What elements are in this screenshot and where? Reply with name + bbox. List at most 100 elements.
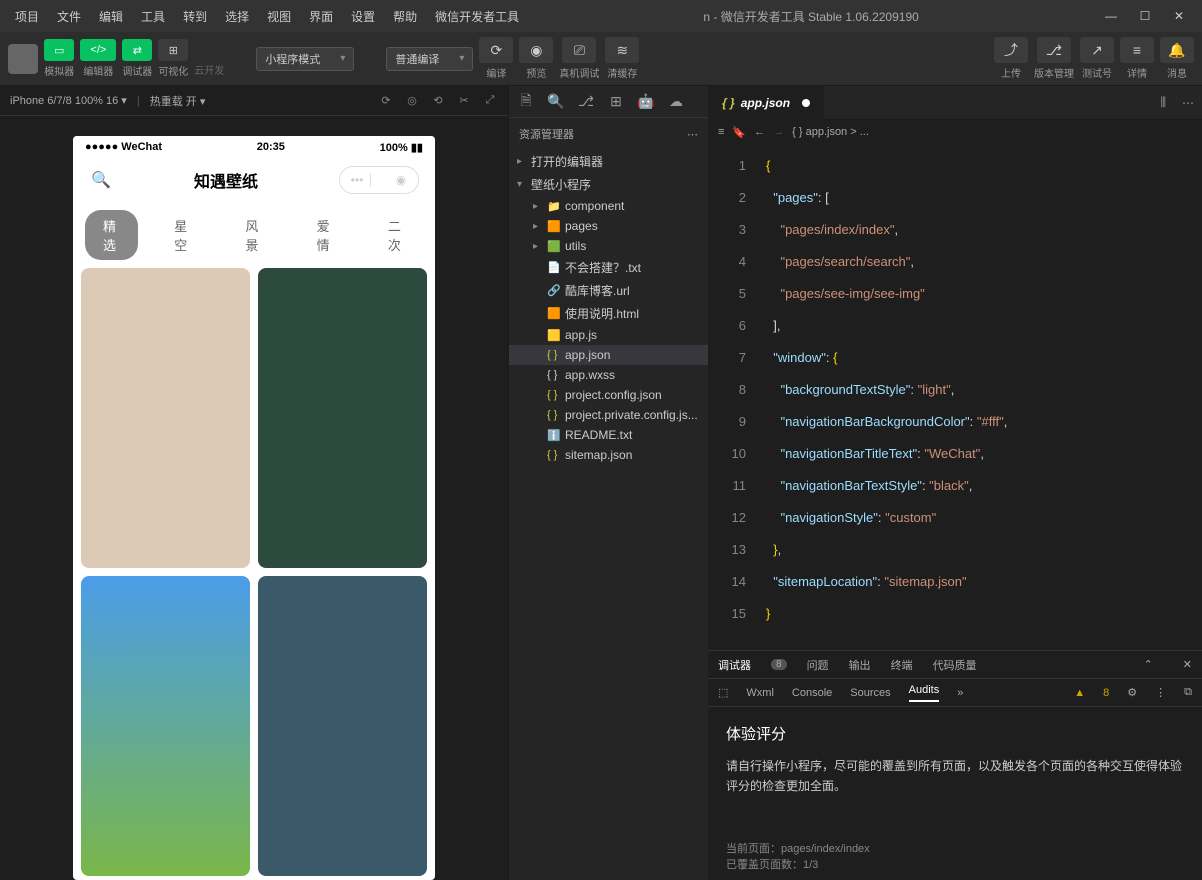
back-icon[interactable]: ← <box>754 126 765 139</box>
extensions-icon[interactable]: ⊞ <box>607 93 625 111</box>
tree-item[interactable]: { }app.wxss <box>509 365 708 385</box>
subtab-console[interactable]: Console <box>792 687 832 699</box>
phone-simulator[interactable]: ●●●●● WeChat 20:35 100% ▮▮ 🔍 知遇壁纸 •••◉ 精… <box>73 136 435 880</box>
tree-item[interactable]: ▸📁component <box>509 196 708 216</box>
tree-item[interactable]: 📄不会搭建？.txt <box>509 256 708 279</box>
tree-item[interactable]: { }app.json <box>509 345 708 365</box>
split-icon[interactable]: ⫼ <box>1152 95 1174 110</box>
cloud-label[interactable]: 云开发 <box>194 40 224 77</box>
kebab-icon[interactable]: ⋮ <box>1155 686 1166 699</box>
forward-icon[interactable]: → <box>773 126 784 139</box>
menu-tool[interactable]: 工具 <box>134 4 172 29</box>
menu-help[interactable]: 帮助 <box>386 4 424 29</box>
menu-settings[interactable]: 设置 <box>344 4 382 29</box>
panel-tab-quality[interactable]: 代码质量 <box>933 657 977 673</box>
warning-icon[interactable]: ▲ <box>1074 687 1085 699</box>
menu-wechat-devtools[interactable]: 微信开发者工具 <box>428 4 526 29</box>
tree-item[interactable]: { }project.private.config.js... <box>509 405 708 425</box>
section-project[interactable]: ▾壁纸小程序 <box>509 173 708 196</box>
more-tabs-icon[interactable]: » <box>957 687 963 699</box>
subtab-audits[interactable]: Audits <box>909 684 940 702</box>
clear-cache-button[interactable]: ≋ <box>605 37 639 63</box>
menu-view[interactable]: 视图 <box>260 4 298 29</box>
more-icon: ••• <box>348 171 366 189</box>
refresh-icon[interactable]: ⟳ <box>378 93 394 109</box>
wallpaper-card[interactable] <box>81 268 250 568</box>
testid-button[interactable]: ↗ <box>1080 37 1114 63</box>
menu-project[interactable]: 项目 <box>8 4 46 29</box>
upload-button[interactable]: ⤴ <box>994 37 1028 63</box>
cloud-icon[interactable]: ☁ <box>667 93 685 111</box>
details-button[interactable]: ≡ <box>1120 37 1154 63</box>
more-icon[interactable]: ⋯ <box>687 128 698 141</box>
tree-item[interactable]: ▸🟩utils <box>509 236 708 256</box>
menu-file[interactable]: 文件 <box>50 4 88 29</box>
search-icon[interactable]: 🔍 <box>89 168 113 192</box>
panel-tab-problems[interactable]: 问题 <box>807 657 829 673</box>
tree-item[interactable]: 🔗酷库博客.url <box>509 279 708 302</box>
list-icon[interactable]: ≡ <box>718 126 724 139</box>
tree-item[interactable]: ℹ️README.txt <box>509 425 708 445</box>
preview-button[interactable]: ◉ <box>519 37 553 63</box>
more-icon[interactable]: ⋯ <box>1174 96 1202 110</box>
bookmark-icon[interactable]: 🔖 <box>732 126 746 139</box>
tab-scenery[interactable]: 风景 <box>227 210 280 260</box>
collapse-icon[interactable]: ⌃ <box>1144 658 1153 671</box>
avatar[interactable] <box>8 44 38 74</box>
message-button[interactable]: 🔔 <box>1160 37 1194 63</box>
version-button[interactable]: ⎇ <box>1037 37 1071 63</box>
visualize-button[interactable]: ⊞ <box>158 39 188 61</box>
tree-item[interactable]: 🟧使用说明.html <box>509 302 708 325</box>
panel-tab-terminal[interactable]: 终端 <box>891 657 913 673</box>
dock-icon[interactable]: ⧉ <box>1184 686 1192 699</box>
panel-tab-debugger[interactable]: 调试器 <box>718 657 751 673</box>
close-panel-icon[interactable]: ✕ <box>1183 658 1192 671</box>
subtab-sources[interactable]: Sources <box>850 687 890 699</box>
search-icon[interactable]: 🔍 <box>547 93 565 111</box>
subtab-wxml[interactable]: Wxml <box>746 687 774 699</box>
menu-select[interactable]: 选择 <box>218 4 256 29</box>
app-title: 知遇壁纸 <box>194 168 258 192</box>
branch-icon[interactable]: ⎇ <box>577 93 595 111</box>
editor-tab-appjson[interactable]: { }app.json <box>708 86 824 120</box>
panel-tab-output[interactable]: 输出 <box>849 657 871 673</box>
menu-goto[interactable]: 转到 <box>176 4 214 29</box>
mode-dropdown[interactable]: 小程序模式 <box>256 47 354 71</box>
screenshot-icon[interactable]: ✂ <box>456 93 472 109</box>
tab-anime[interactable]: 二次 <box>370 210 423 260</box>
capsule-button[interactable]: •••◉ <box>339 166 419 194</box>
device-selector[interactable]: iPhone 6/7/8 100% 16 ▾ <box>10 94 127 107</box>
compile-button[interactable]: ⟳ <box>479 37 513 63</box>
tree-item[interactable]: 🟨app.js <box>509 325 708 345</box>
simulator-button[interactable]: ▭ <box>44 39 74 61</box>
debugger-button[interactable]: ⇄ <box>122 39 152 61</box>
tree-item[interactable]: ▸🟧pages <box>509 216 708 236</box>
minimize-icon[interactable]: — <box>1096 4 1126 28</box>
editor-button[interactable]: </> <box>80 39 116 61</box>
tab-stars[interactable]: 星空 <box>156 210 209 260</box>
menu-interface[interactable]: 界面 <box>302 4 340 29</box>
wallpaper-card[interactable] <box>81 576 250 876</box>
section-open-editors[interactable]: ▸打开的编辑器 <box>509 150 708 173</box>
tree-item[interactable]: { }project.config.json <box>509 385 708 405</box>
tree-item[interactable]: { }sitemap.json <box>509 445 708 465</box>
rotate-icon[interactable]: ⟲ <box>430 93 446 109</box>
close-icon[interactable]: ✕ <box>1164 4 1194 28</box>
inspect-icon[interactable]: ⬚ <box>718 686 728 699</box>
remote-label: 真机调试 <box>559 65 599 80</box>
maximize-icon[interactable]: ☐ <box>1130 4 1160 28</box>
wallpaper-card[interactable] <box>258 576 427 876</box>
files-icon[interactable]: 🗎 <box>517 93 535 111</box>
robot-icon[interactable]: 🤖 <box>637 93 655 111</box>
tab-love[interactable]: 爱情 <box>299 210 352 260</box>
remote-debug-button[interactable]: ⎚ <box>562 37 596 63</box>
tab-featured[interactable]: 精选 <box>85 210 138 260</box>
wallpaper-card[interactable] <box>258 268 427 568</box>
compass-icon[interactable]: ◎ <box>404 93 420 109</box>
breadcrumb-path[interactable]: { } app.json > ... <box>792 126 869 138</box>
gear-icon[interactable]: ⚙ <box>1127 686 1137 699</box>
hot-reload-selector[interactable]: 热重载 开 ▾ <box>150 93 206 109</box>
popout-icon[interactable]: ⤢ <box>482 93 498 109</box>
compile-mode-dropdown[interactable]: 普通编译 <box>386 47 473 71</box>
menu-edit[interactable]: 编辑 <box>92 4 130 29</box>
